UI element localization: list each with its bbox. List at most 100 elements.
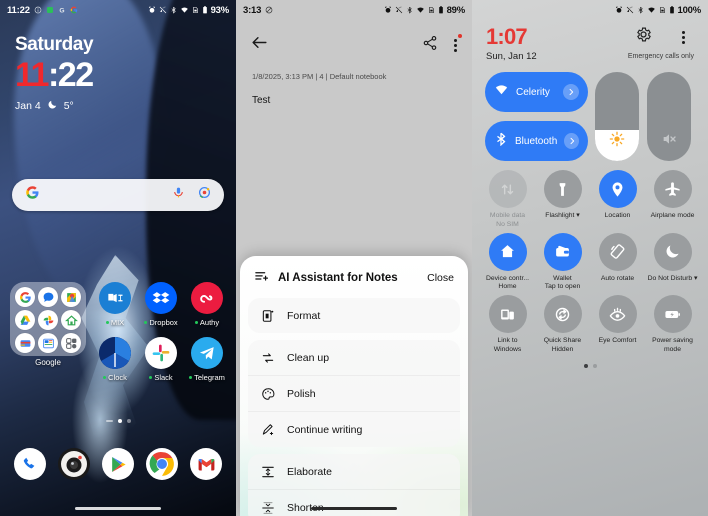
polish-palette-icon (260, 386, 275, 401)
app-clock[interactable]: Clock (92, 337, 138, 382)
app-label: Clock (103, 373, 127, 382)
status-bar-notes: 3:13 89% (236, 0, 472, 20)
maps-icon (61, 287, 81, 307)
nav-gesture-bar[interactable] (75, 507, 161, 510)
status-bar-left: 11:22 G (7, 5, 78, 16)
more-vert-icon[interactable] (454, 33, 462, 54)
camera-icon[interactable] (58, 448, 90, 480)
phone-icon[interactable] (14, 448, 46, 480)
quick-settings-page-indicator[interactable] (472, 363, 708, 368)
tile-eye-comfort[interactable]: Eye Comfort (590, 295, 645, 355)
google-lens-icon[interactable] (198, 186, 211, 204)
ai-action-continue-writing[interactable]: Continue writing (248, 411, 460, 447)
sim-card-icon (659, 6, 666, 14)
tile-mobile-data[interactable]: Mobile data No SIM (480, 170, 535, 230)
dnd-icon (265, 6, 273, 14)
home-page-indicator[interactable] (0, 419, 236, 423)
chevron-right-icon[interactable] (564, 133, 579, 149)
quick-settings-clock-block: 1:07 Sun, Jan 12 (486, 26, 537, 63)
info-circle-icon (34, 6, 42, 14)
connectivity-pills: Celerity Bluetooth (485, 72, 588, 161)
more-apps-icon (61, 333, 81, 353)
ai-action-label: Clean up (287, 351, 330, 364)
tile-flashlight[interactable]: Flashlight ▾ (535, 170, 590, 230)
gmail-icon[interactable] (190, 448, 222, 480)
photos-icon (38, 310, 58, 330)
tile-link-to-windows[interactable]: Link to Windows (480, 295, 535, 355)
tile-wallet[interactable]: Wallet Tap to open (535, 232, 590, 293)
news-icon (38, 333, 58, 353)
location-pin-icon (598, 170, 637, 208)
tile-location[interactable]: Location (590, 170, 645, 230)
app-label: MIX (105, 318, 124, 327)
tile-device-controls[interactable]: Device contr... Home (480, 232, 535, 293)
note-body-text[interactable]: Test (236, 81, 472, 106)
power-saving-icon (653, 295, 692, 334)
volume-slider[interactable] (647, 72, 691, 161)
status-bar-right: 93% (148, 5, 229, 16)
tile-label: Airplane mode (650, 212, 695, 219)
tile-do-not-disturb[interactable]: Do Not Disturb ▾ (645, 232, 700, 293)
clock-icon (99, 337, 131, 369)
google-app-folder[interactable] (10, 282, 86, 356)
app-telegram[interactable]: Telegram (184, 337, 230, 382)
tile-label: Mobile data No SIM (489, 212, 526, 228)
bluetooth-icon (170, 6, 177, 14)
tile-auto-rotate[interactable]: Auto rotate (590, 232, 645, 293)
tile-label: Wallet Tap to open (544, 274, 581, 291)
tile-airplane-mode[interactable]: Airplane mode (645, 170, 700, 230)
app-dropbox[interactable]: Dropbox (138, 282, 184, 327)
vibrate-off-icon (626, 6, 634, 14)
wifi-pill[interactable]: Celerity (485, 72, 588, 112)
three-phone-screenshot-stage: 11:22 G 93% Saturday 11:22 Jan 4 5° Goog… (0, 0, 708, 516)
bluetooth-pill[interactable]: Bluetooth (485, 121, 588, 161)
ai-action-elaborate[interactable]: Elaborate (248, 454, 460, 489)
ai-action-format[interactable]: Format (248, 298, 460, 333)
lock-temp: 5° (63, 99, 74, 112)
battery-icon (438, 6, 444, 14)
format-icon (260, 308, 275, 323)
google-g-icon (70, 6, 78, 14)
app-slack[interactable]: Slack (138, 337, 184, 382)
volume-mute-icon (661, 131, 677, 152)
share-icon[interactable] (422, 35, 438, 56)
back-arrow-icon[interactable] (250, 33, 269, 57)
home-icon (61, 310, 81, 330)
drive-icon (15, 310, 35, 330)
ai-action-label: Format (287, 309, 321, 322)
brightness-slider[interactable] (595, 72, 639, 161)
status-bar-left: 3:13 (243, 5, 273, 16)
battery-icon (669, 6, 675, 14)
carrier-status-text: Emergency calls only (627, 53, 694, 60)
bluetooth-label: Bluetooth (515, 135, 558, 147)
home-dock (0, 448, 236, 480)
tile-quick-share[interactable]: Quick Share Hidden (535, 295, 590, 355)
lock-hours: 11 (15, 55, 49, 94)
chevron-right-icon[interactable] (563, 84, 579, 100)
pencil-sparkle-icon (260, 422, 275, 437)
notes-toolbar (236, 20, 472, 70)
bluetooth-icon (637, 6, 644, 14)
tile-label: Link to Windows (493, 337, 522, 354)
close-button[interactable]: Close (427, 272, 454, 284)
mix-icon (99, 282, 131, 314)
ai-action-shorten[interactable]: Shorten (248, 489, 460, 516)
ai-action-polish[interactable]: Polish (248, 375, 460, 411)
tile-power-saving-mode[interactable]: Power saving mode (645, 295, 700, 355)
authy-icon (191, 282, 223, 314)
ai-action-clean-up[interactable]: Clean up (248, 340, 460, 375)
chrome-icon[interactable] (146, 448, 178, 480)
play-store-icon[interactable] (102, 448, 134, 480)
vibrate-off-icon (395, 6, 403, 14)
google-search-bar[interactable] (12, 179, 224, 211)
mic-icon[interactable] (172, 186, 185, 204)
more-vert-icon[interactable] (682, 29, 686, 46)
app-authy[interactable]: Authy (184, 282, 230, 327)
shorten-collapse-icon (260, 500, 275, 515)
gear-icon[interactable] (635, 26, 652, 48)
ai-action-label: Continue writing (287, 423, 363, 436)
app-mix[interactable]: MIX (92, 282, 138, 327)
nav-gesture-bar[interactable] (311, 507, 397, 510)
battery-percent: 89% (446, 4, 466, 16)
ai-action-group: Format (248, 298, 460, 333)
